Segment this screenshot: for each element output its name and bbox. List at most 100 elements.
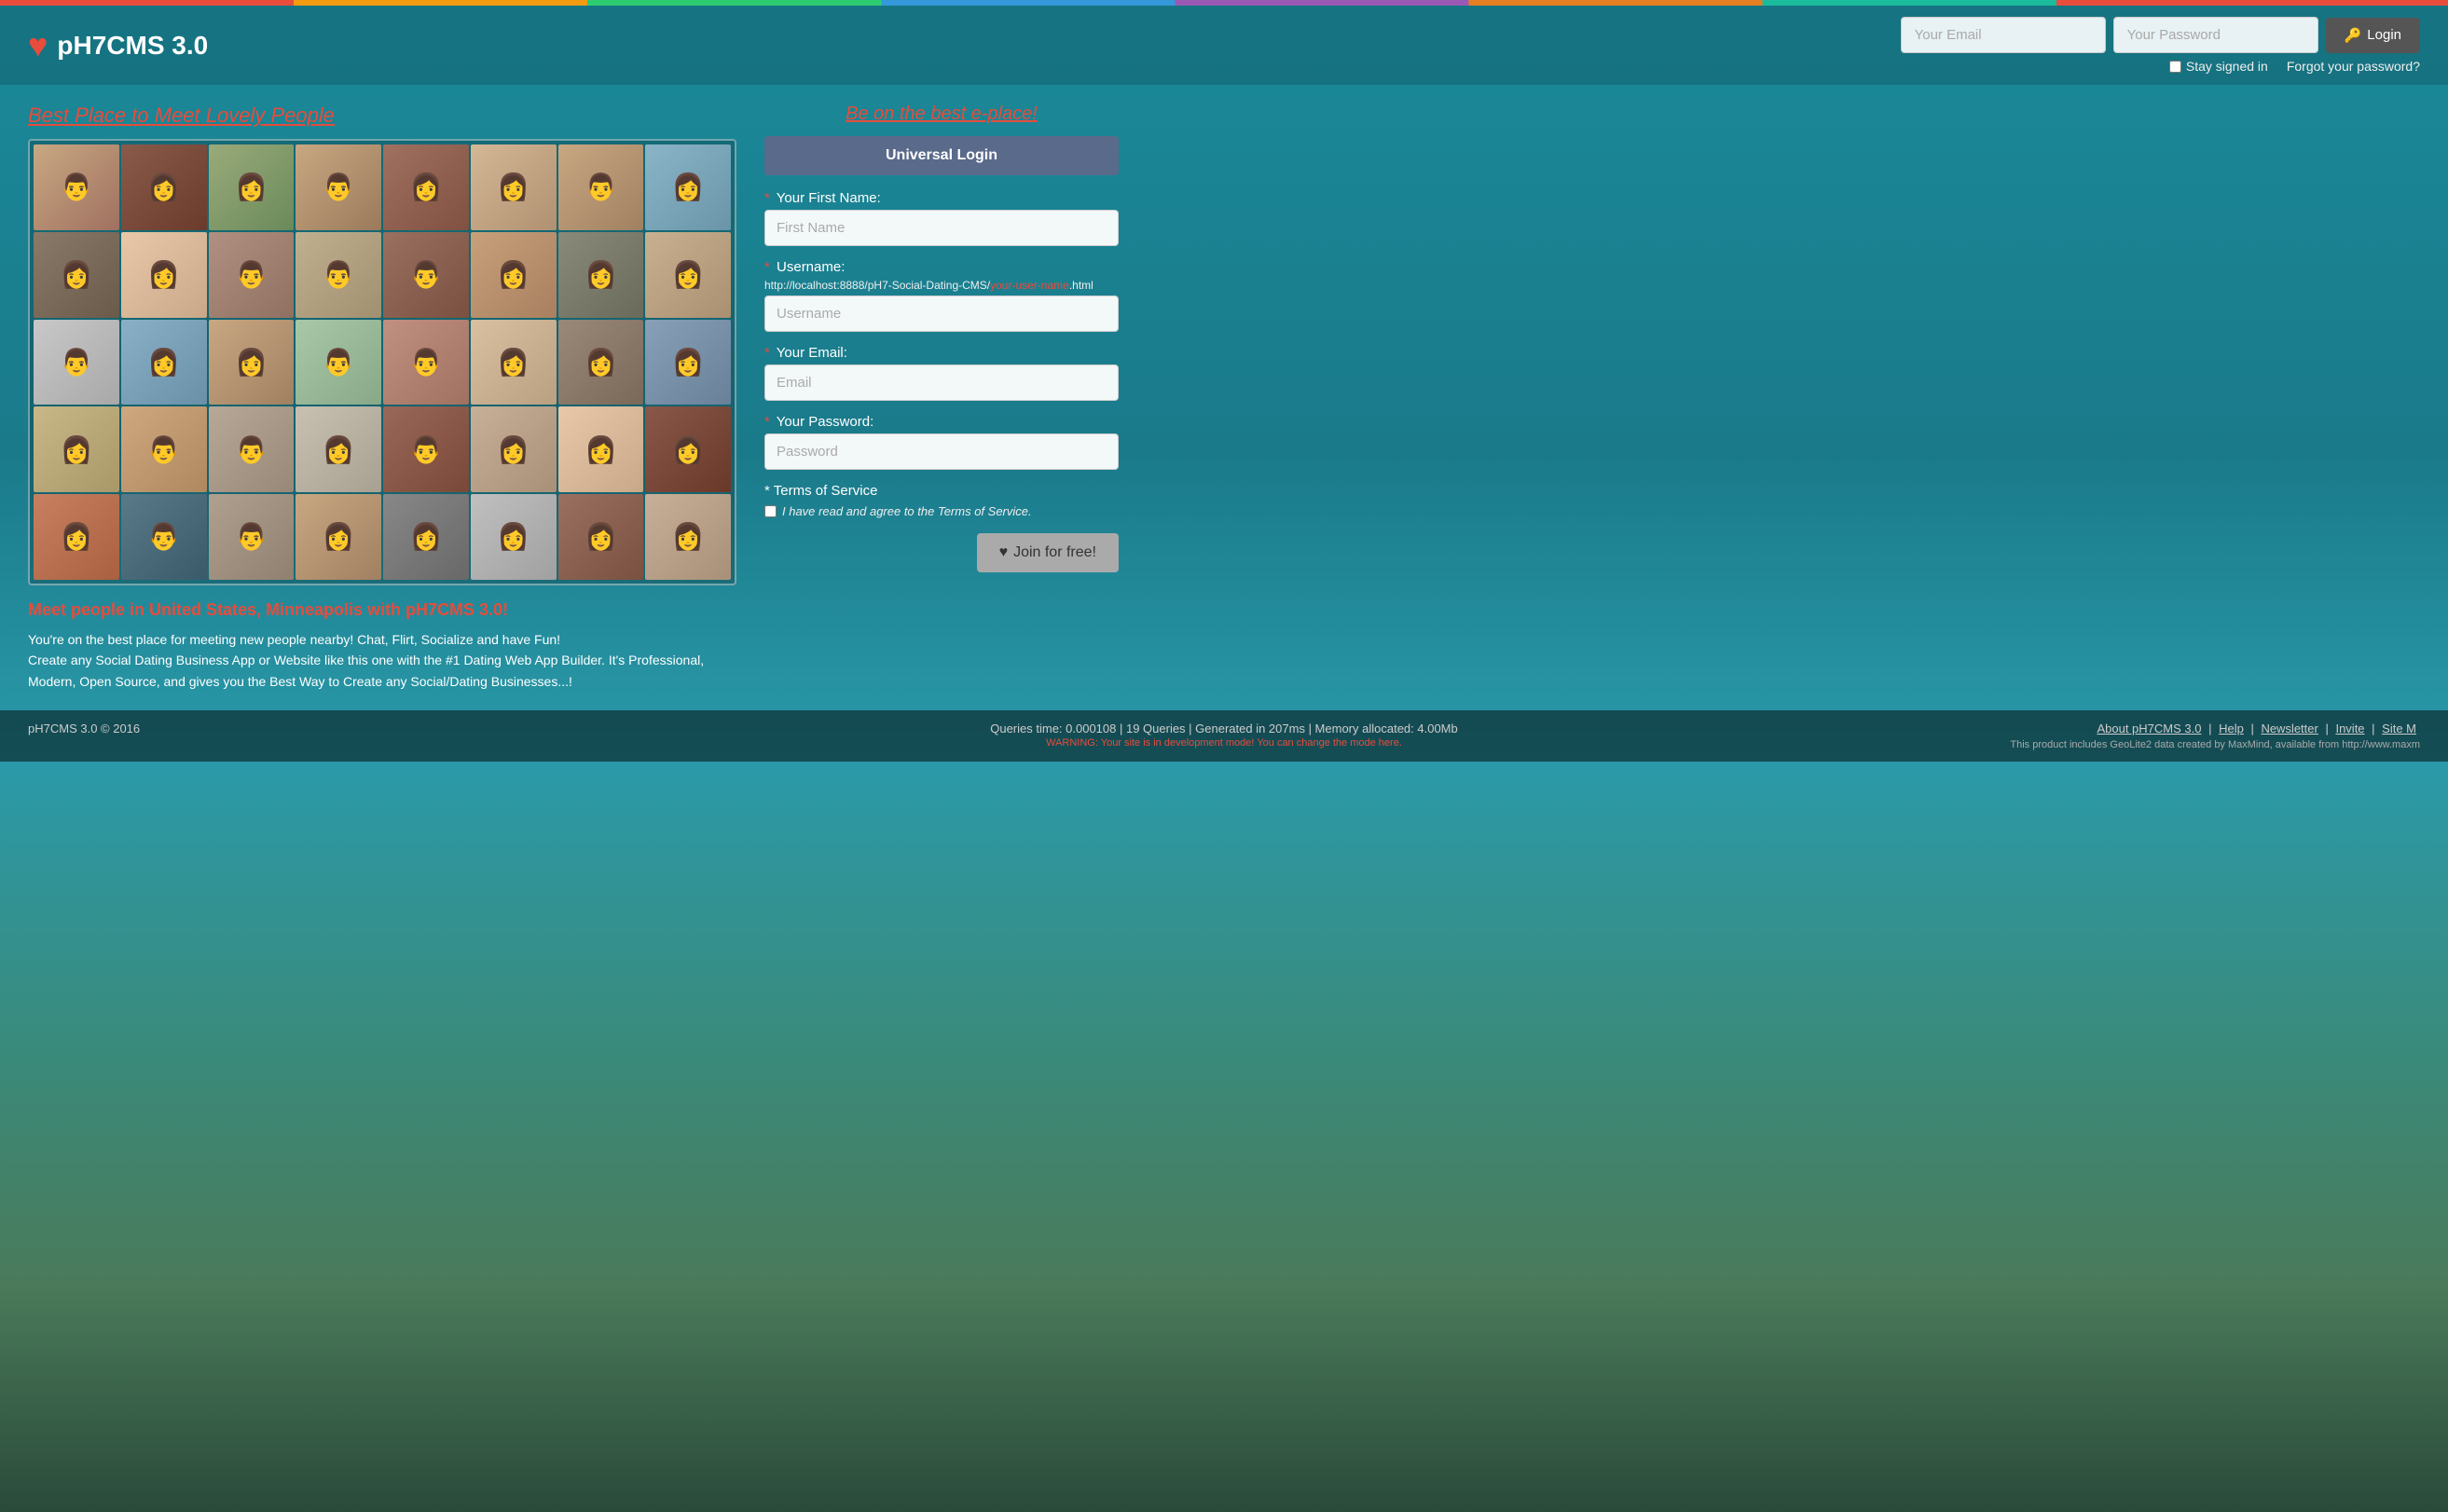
photo-cell: 👩 xyxy=(645,494,731,580)
terms-check-label[interactable]: I have read and agree to the Terms of Se… xyxy=(764,504,1119,518)
photo-cell: 👩 xyxy=(645,406,731,492)
required-star-5: * xyxy=(764,483,770,499)
join-label: Join for free! xyxy=(1013,544,1096,561)
username-label: * Username: xyxy=(764,259,1119,275)
required-star-4: * xyxy=(764,414,770,430)
photo-cell: 👨 xyxy=(383,232,469,318)
photo-cell: 👩 xyxy=(296,406,381,492)
photo-cell: 👩 xyxy=(558,232,644,318)
photo-cell: 👩 xyxy=(645,320,731,405)
invite-link[interactable]: Invite xyxy=(2335,722,2364,735)
key-icon: 🔑 xyxy=(2345,27,2362,44)
username-input[interactable] xyxy=(764,296,1119,332)
terms-checkbox-text: I have read and agree to the Terms of Se… xyxy=(782,504,1032,518)
photo-cell: 👨 xyxy=(296,320,381,405)
footer-right: About pH7CMS 3.0 | Help | Newsletter | I… xyxy=(1822,722,2421,750)
forgot-password-link[interactable]: Forgot your password? xyxy=(2287,59,2420,74)
photo-cell: 👩 xyxy=(383,144,469,230)
photo-cell: 👩 xyxy=(121,144,207,230)
first-name-group: * Your First Name: xyxy=(764,190,1119,246)
main-content: Best Place to Meet Lovely People 👨👩👩👨👩👩👨… xyxy=(0,85,2448,710)
photo-cell: 👨 xyxy=(383,406,469,492)
required-star-2: * xyxy=(764,259,770,275)
right-panel: Be on the best e-place! Universal Login … xyxy=(764,103,1119,692)
left-panel: Best Place to Meet Lovely People 👨👩👩👨👩👩👨… xyxy=(28,103,736,692)
logo-text: pH7CMS 3.0 xyxy=(57,31,208,61)
login-button[interactable]: 🔑 Login xyxy=(2326,18,2420,53)
first-name-label: * Your First Name: xyxy=(764,190,1119,206)
photo-cell: 👩 xyxy=(209,144,295,230)
photo-cell: 👨 xyxy=(296,144,381,230)
password-input[interactable] xyxy=(764,433,1119,470)
email-label: * Your Email: xyxy=(764,345,1119,361)
stay-signed-text: Stay signed in xyxy=(2186,59,2268,74)
photo-cell: 👩 xyxy=(558,494,644,580)
header-login: 🔑 Login Stay signed in Forgot your passw… xyxy=(1901,17,2420,74)
footer-geo: This product includes GeoLite2 data crea… xyxy=(1822,739,2421,750)
header: ♥ pH7CMS 3.0 🔑 Login Stay signed in Forg… xyxy=(0,6,2448,85)
password-label-text: Your Password: xyxy=(777,414,874,430)
photo-cell: 👩 xyxy=(471,320,557,405)
help-link[interactable]: Help xyxy=(2219,722,2244,735)
photo-cell: 👨 xyxy=(558,144,644,230)
photo-cell: 👨 xyxy=(34,144,119,230)
photo-cell: 👨 xyxy=(209,232,295,318)
photo-cell: 👩 xyxy=(471,232,557,318)
username-hint: http://localhost:8888/pH7-Social-Dating-… xyxy=(764,279,1119,292)
photo-cell: 👨 xyxy=(209,406,295,492)
username-group: * Username: http://localhost:8888/pH7-So… xyxy=(764,259,1119,332)
photo-cell: 👩 xyxy=(121,232,207,318)
photo-cell: 👨 xyxy=(209,494,295,580)
username-hint-link[interactable]: your-user-name xyxy=(990,279,1069,292)
first-name-input[interactable] xyxy=(764,210,1119,246)
photo-cell: 👩 xyxy=(383,494,469,580)
terms-label-text: Terms of Service xyxy=(774,483,878,499)
photo-cell: 👩 xyxy=(471,494,557,580)
header-password-input[interactable] xyxy=(2113,17,2318,53)
photo-cell: 👨 xyxy=(121,494,207,580)
login-label: Login xyxy=(2367,27,2401,43)
photo-cell: 👩 xyxy=(296,494,381,580)
footer-stats: Queries time: 0.000108 | 19 Queries | Ge… xyxy=(626,722,1822,735)
about-link[interactable]: About pH7CMS 3.0 xyxy=(2097,722,2201,735)
photo-cell: 👩 xyxy=(471,144,557,230)
photo-cell: 👨 xyxy=(34,320,119,405)
be-on-best-link[interactable]: Be on the best e-place! xyxy=(764,103,1119,125)
required-star: * xyxy=(764,190,770,206)
footer-center: Queries time: 0.000108 | 19 Queries | Ge… xyxy=(626,722,1822,749)
photo-cell: 👩 xyxy=(34,232,119,318)
first-name-label-text: Your First Name: xyxy=(777,190,881,206)
logo-heart-icon: ♥ xyxy=(28,26,48,65)
email-input[interactable] xyxy=(764,364,1119,401)
promo-title: Meet people in United States, Minneapoli… xyxy=(28,600,736,620)
email-label-text: Your Email: xyxy=(777,345,847,361)
terms-group: * Terms of Service I have read and agree… xyxy=(764,483,1119,518)
photo-cell: 👨 xyxy=(383,320,469,405)
header-login-top: 🔑 Login xyxy=(1901,17,2420,53)
photo-cell: 👩 xyxy=(34,406,119,492)
stay-signed-checkbox[interactable] xyxy=(2169,61,2181,73)
photo-cell: 👩 xyxy=(34,494,119,580)
footer: pH7CMS 3.0 © 2016 Queries time: 0.000108… xyxy=(0,710,2448,762)
stay-signed-label[interactable]: Stay signed in xyxy=(2169,59,2268,74)
terms-checkbox[interactable] xyxy=(764,505,777,517)
photo-cell: 👩 xyxy=(121,320,207,405)
universal-login-button[interactable]: Universal Login xyxy=(764,136,1119,175)
site-link[interactable]: Site M xyxy=(2382,722,2416,735)
newsletter-link[interactable]: Newsletter xyxy=(2261,722,2317,735)
username-label-text: Username: xyxy=(777,259,845,275)
photo-cell: 👩 xyxy=(645,144,731,230)
photo-cell: 👨 xyxy=(296,232,381,318)
best-place-link[interactable]: Best Place to Meet Lovely People xyxy=(28,103,736,128)
photo-cell: 👩 xyxy=(209,320,295,405)
photo-cell: 👩 xyxy=(558,320,644,405)
promo-text: You're on the best place for meeting new… xyxy=(28,629,736,692)
photo-cell: 👩 xyxy=(558,406,644,492)
footer-copyright: pH7CMS 3.0 © 2016 xyxy=(28,722,140,735)
photo-cell: 👩 xyxy=(471,406,557,492)
join-heart-icon: ♥ xyxy=(999,544,1009,561)
join-button[interactable]: ♥ Join for free! xyxy=(977,533,1119,572)
photo-cell: 👩 xyxy=(645,232,731,318)
header-email-input[interactable] xyxy=(1901,17,2106,53)
password-group: * Your Password: xyxy=(764,414,1119,470)
